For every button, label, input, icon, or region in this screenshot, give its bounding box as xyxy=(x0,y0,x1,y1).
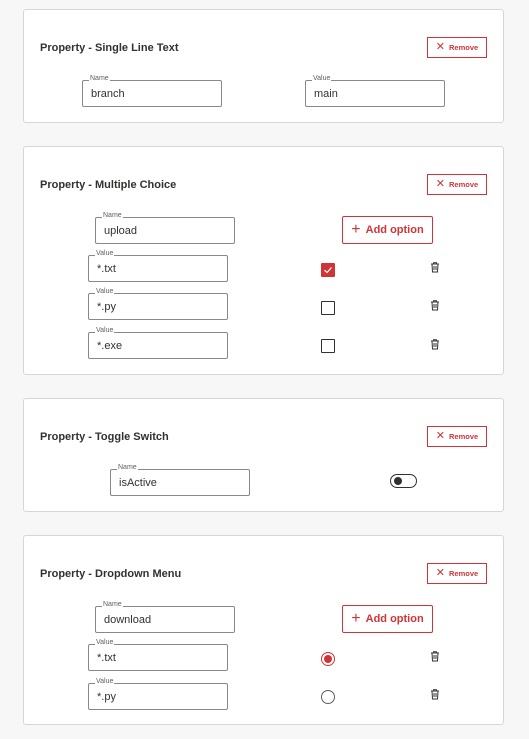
remove-button[interactable]: ✕ Remove xyxy=(427,174,487,195)
name-field[interactable]: Name upload xyxy=(95,212,235,244)
trash-icon[interactable] xyxy=(429,650,441,662)
option-radio[interactable] xyxy=(321,690,335,704)
field-label: Name xyxy=(102,601,123,609)
trash-icon[interactable] xyxy=(429,688,441,700)
field-value: download xyxy=(104,614,152,626)
single-line-text-card: Property - Single Line Text ✕ Remove Nam… xyxy=(23,9,504,123)
option-value-field[interactable]: Value *.exe xyxy=(88,327,228,359)
option-radio[interactable] xyxy=(321,652,335,666)
trash-icon[interactable] xyxy=(429,261,441,273)
plus-icon: + xyxy=(351,610,361,627)
name-field[interactable]: Name download xyxy=(95,601,235,633)
field-label: Name xyxy=(117,464,138,472)
option-value-field[interactable]: Value *.txt xyxy=(88,250,228,282)
field-value: upload xyxy=(104,225,138,237)
name-field[interactable]: Name isActive xyxy=(110,464,250,496)
field-value: branch xyxy=(91,88,125,100)
close-icon: ✕ xyxy=(435,178,446,190)
field-value: *.py xyxy=(97,691,116,703)
field-label: Value xyxy=(95,327,115,335)
card-title: Property - Multiple Choice xyxy=(40,179,177,191)
multiple-choice-card: Property - Multiple Choice ✕ Remove Name… xyxy=(23,146,504,375)
field-value: main xyxy=(314,88,338,100)
toggle-switch[interactable] xyxy=(390,474,417,488)
card-title: Property - Dropdown Menu xyxy=(40,568,182,580)
trash-icon[interactable] xyxy=(429,338,441,350)
add-option-button[interactable]: + Add option xyxy=(342,216,433,244)
field-label: Name xyxy=(102,212,123,220)
card-title: Property - Toggle Switch xyxy=(40,431,169,443)
plus-icon: + xyxy=(351,221,361,238)
option-checkbox[interactable] xyxy=(321,263,335,277)
add-option-label: Add option xyxy=(365,224,424,236)
option-value-field[interactable]: Value *.py xyxy=(88,288,228,320)
field-value: isActive xyxy=(119,477,157,489)
field-label: Value xyxy=(95,678,115,686)
remove-label: Remove xyxy=(449,43,479,52)
value-field[interactable]: Value main xyxy=(305,75,445,107)
name-field[interactable]: Name branch xyxy=(82,75,222,107)
toggle-knob xyxy=(394,477,402,485)
option-checkbox[interactable] xyxy=(321,301,335,315)
field-value: *.txt xyxy=(97,263,116,275)
field-value: *.txt xyxy=(97,652,116,664)
dropdown-menu-card: Property - Dropdown Menu ✕ Remove Name d… xyxy=(23,535,504,725)
trash-icon[interactable] xyxy=(429,299,441,311)
option-value-field[interactable]: Value *.py xyxy=(88,678,228,710)
option-checkbox[interactable] xyxy=(321,339,335,353)
field-value: *.exe xyxy=(97,340,123,352)
remove-button[interactable]: ✕ Remove xyxy=(427,563,487,584)
card-title: Property - Single Line Text xyxy=(40,42,179,54)
field-label: Value xyxy=(95,639,115,647)
remove-button[interactable]: ✕ Remove xyxy=(427,426,487,447)
field-label: Value xyxy=(312,75,332,83)
remove-label: Remove xyxy=(449,432,479,441)
close-icon: ✕ xyxy=(435,430,446,442)
add-option-button[interactable]: + Add option xyxy=(342,605,433,633)
field-label: Name xyxy=(89,75,110,83)
close-icon: ✕ xyxy=(435,41,446,53)
remove-button[interactable]: ✕ Remove xyxy=(427,37,487,58)
remove-label: Remove xyxy=(449,180,479,189)
field-label: Value xyxy=(95,250,115,258)
field-value: *.py xyxy=(97,301,116,313)
add-option-label: Add option xyxy=(365,613,424,625)
close-icon: ✕ xyxy=(435,567,446,579)
option-value-field[interactable]: Value *.txt xyxy=(88,639,228,671)
remove-label: Remove xyxy=(449,569,479,578)
field-label: Value xyxy=(95,288,115,296)
toggle-switch-card: Property - Toggle Switch ✕ Remove Name i… xyxy=(23,398,504,512)
